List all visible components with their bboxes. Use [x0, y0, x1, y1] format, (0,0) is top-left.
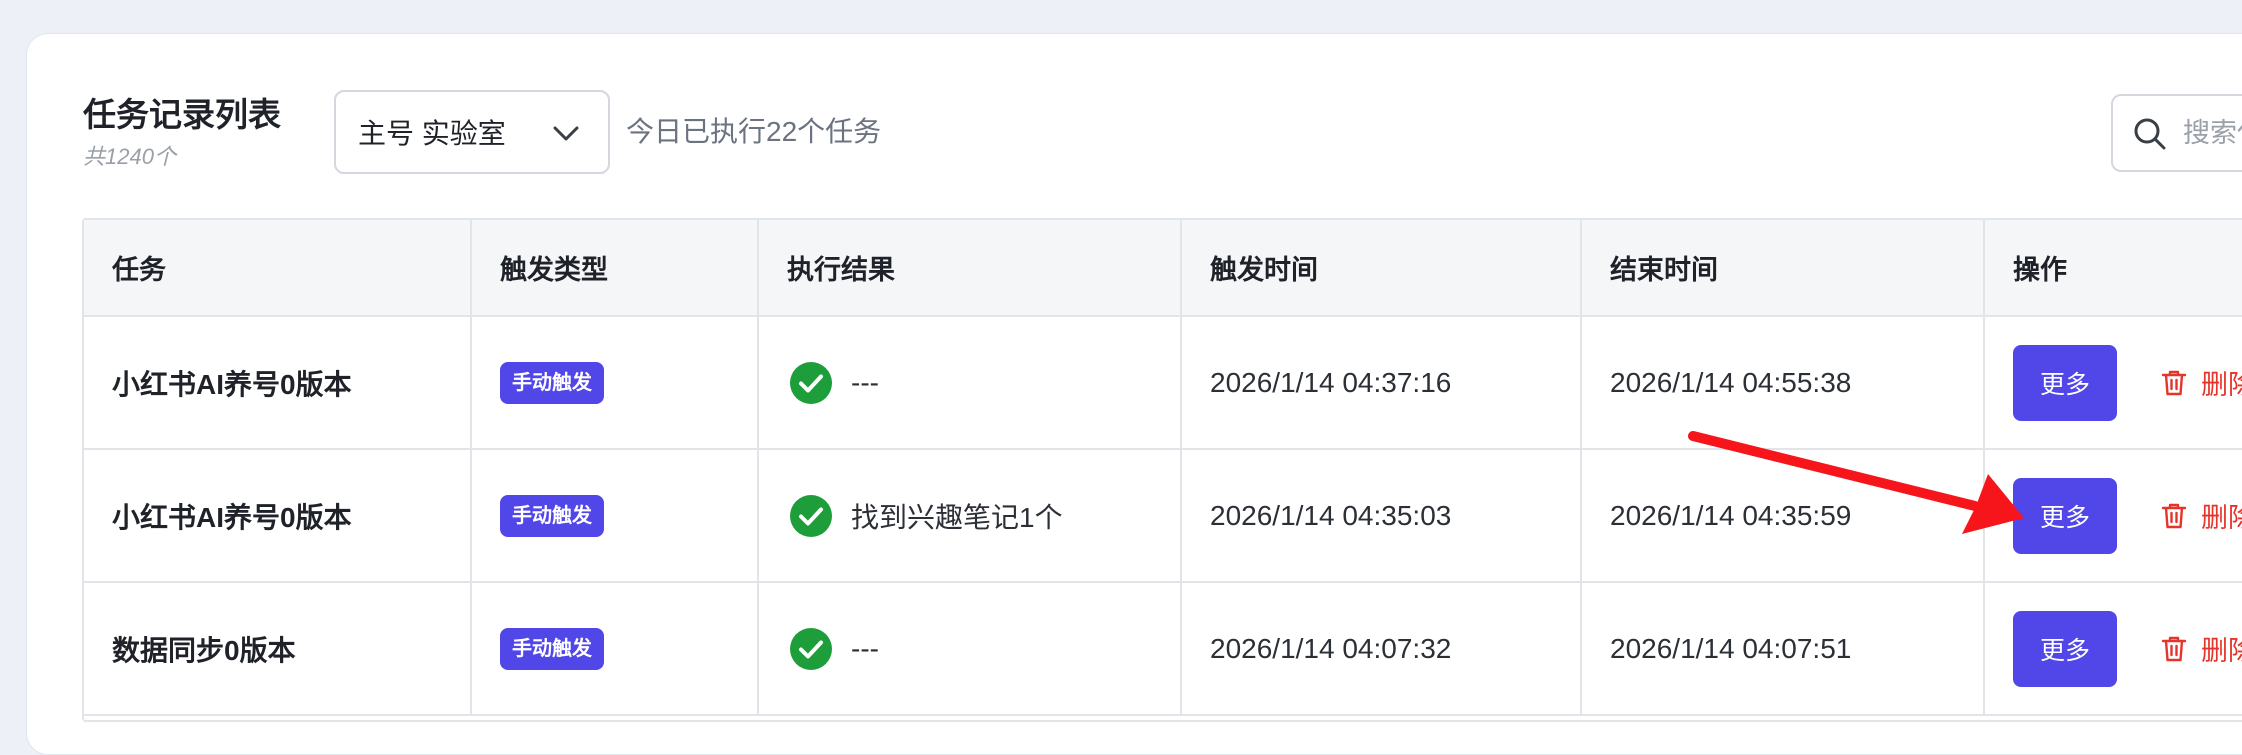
trigger-time-text: 2026/1/14 04:35:03: [1210, 499, 1452, 531]
task-name: 小红书AI养号0版本: [84, 449, 472, 583]
trash-icon: [2161, 370, 2187, 395]
end-time-text: 2026/1/14 04:55:38: [1610, 366, 1852, 398]
trigger-type-badge: 手动触发: [500, 494, 604, 537]
delete-button[interactable]: 删除: [2161, 496, 2242, 535]
daily-task-status: 今日已执行22个任务: [626, 116, 882, 147]
table-row: 小红书AI养号0版本 手动触发 找到兴趣笔记1个 2026/1/14 04:35…: [84, 449, 2242, 583]
table-row: 数据同步0版本 手动触发 --- 2026/1/14 04:07:32 2026…: [84, 582, 2242, 716]
task-name: 小红书AI养号0版本: [84, 316, 472, 450]
delete-label: 删除: [2201, 370, 2242, 400]
check-circle-icon: [790, 494, 832, 537]
record-count: 共1240个: [83, 144, 176, 169]
trigger-type-cell: 手动触发: [471, 582, 759, 716]
search-icon: [2134, 118, 2166, 150]
delete-button[interactable]: 删除: [2161, 629, 2242, 668]
column-header-task: 任务: [84, 220, 472, 317]
end-time: 2026/1/14 04:07:51: [1581, 582, 1985, 716]
delete-button[interactable]: 删除: [2161, 363, 2242, 402]
column-header-actions: 操作: [1984, 220, 2242, 317]
result-text: 找到兴趣笔记1个: [851, 501, 1063, 533]
result-text: ---: [851, 366, 879, 398]
result-cell: ---: [758, 316, 1182, 450]
end-time-text: 2026/1/14 04:07:51: [1610, 632, 1852, 664]
trigger-time: 2026/1/14 04:35:03: [1181, 449, 1582, 583]
more-button[interactable]: 更多: [2013, 610, 2117, 687]
trigger-type-badge: 手动触发: [500, 627, 604, 670]
actions-cell: 更多 删除: [1984, 582, 2242, 716]
column-header-trigger-time: 触发时间: [1181, 220, 1582, 317]
result-text: ---: [851, 632, 879, 664]
account-select-value: 主号 实验室: [358, 118, 506, 149]
more-button[interactable]: 更多: [2013, 344, 2117, 421]
check-circle-icon: [790, 361, 832, 404]
trash-icon: [2161, 636, 2187, 661]
table-header-row: 任务 触发类型 执行结果 触发时间 结束时间 操作: [84, 220, 2242, 317]
delete-label: 删除: [2201, 503, 2242, 533]
search-input[interactable]: [2183, 114, 2242, 152]
trigger-time: 2026/1/14 04:07:32: [1181, 582, 1582, 716]
chevron-down-icon: [553, 126, 579, 141]
column-header-end-time: 结束时间: [1581, 220, 1985, 317]
trash-icon: [2161, 503, 2187, 528]
column-header-result: 执行结果: [758, 220, 1182, 317]
check-circle-icon: [790, 627, 832, 670]
task-name: 数据同步0版本: [84, 582, 472, 716]
end-time: 2026/1/14 04:35:59: [1581, 449, 1985, 583]
table-row: 小红书AI养号0版本 手动触发 --- 2026/1/14 04:37:16 2…: [84, 316, 2242, 450]
result-cell: 找到兴趣笔记1个: [758, 449, 1182, 583]
actions-cell: 更多 删除: [1984, 449, 2242, 583]
result-cell: ---: [758, 582, 1182, 716]
task-records-table: 任务 触发类型 执行结果 触发时间 结束时间 操作 小红书AI养号0版本 手动触…: [82, 218, 2242, 722]
delete-label: 删除: [2201, 636, 2242, 666]
trigger-type-cell: 手动触发: [471, 316, 759, 450]
end-time: 2026/1/14 04:55:38: [1581, 316, 1985, 450]
trigger-time-text: 2026/1/14 04:37:16: [1210, 366, 1452, 398]
page-title: 任务记录列表: [83, 96, 281, 133]
actions-cell: 更多 删除: [1984, 316, 2242, 450]
end-time-text: 2026/1/14 04:35:59: [1610, 499, 1852, 531]
search-box[interactable]: [2111, 94, 2242, 172]
trigger-time: 2026/1/14 04:37:16: [1181, 316, 1582, 450]
more-button[interactable]: 更多: [2013, 477, 2117, 554]
trigger-type-badge: 手动触发: [500, 361, 604, 404]
trigger-time-text: 2026/1/14 04:07:32: [1210, 632, 1452, 664]
records-table: 任务 触发类型 执行结果 触发时间 结束时间 操作 小红书AI养号0版本 手动触…: [84, 220, 2242, 716]
account-select[interactable]: 主号 实验室: [334, 90, 610, 174]
column-header-trigger-type: 触发类型: [471, 220, 759, 317]
trigger-type-cell: 手动触发: [471, 449, 759, 583]
